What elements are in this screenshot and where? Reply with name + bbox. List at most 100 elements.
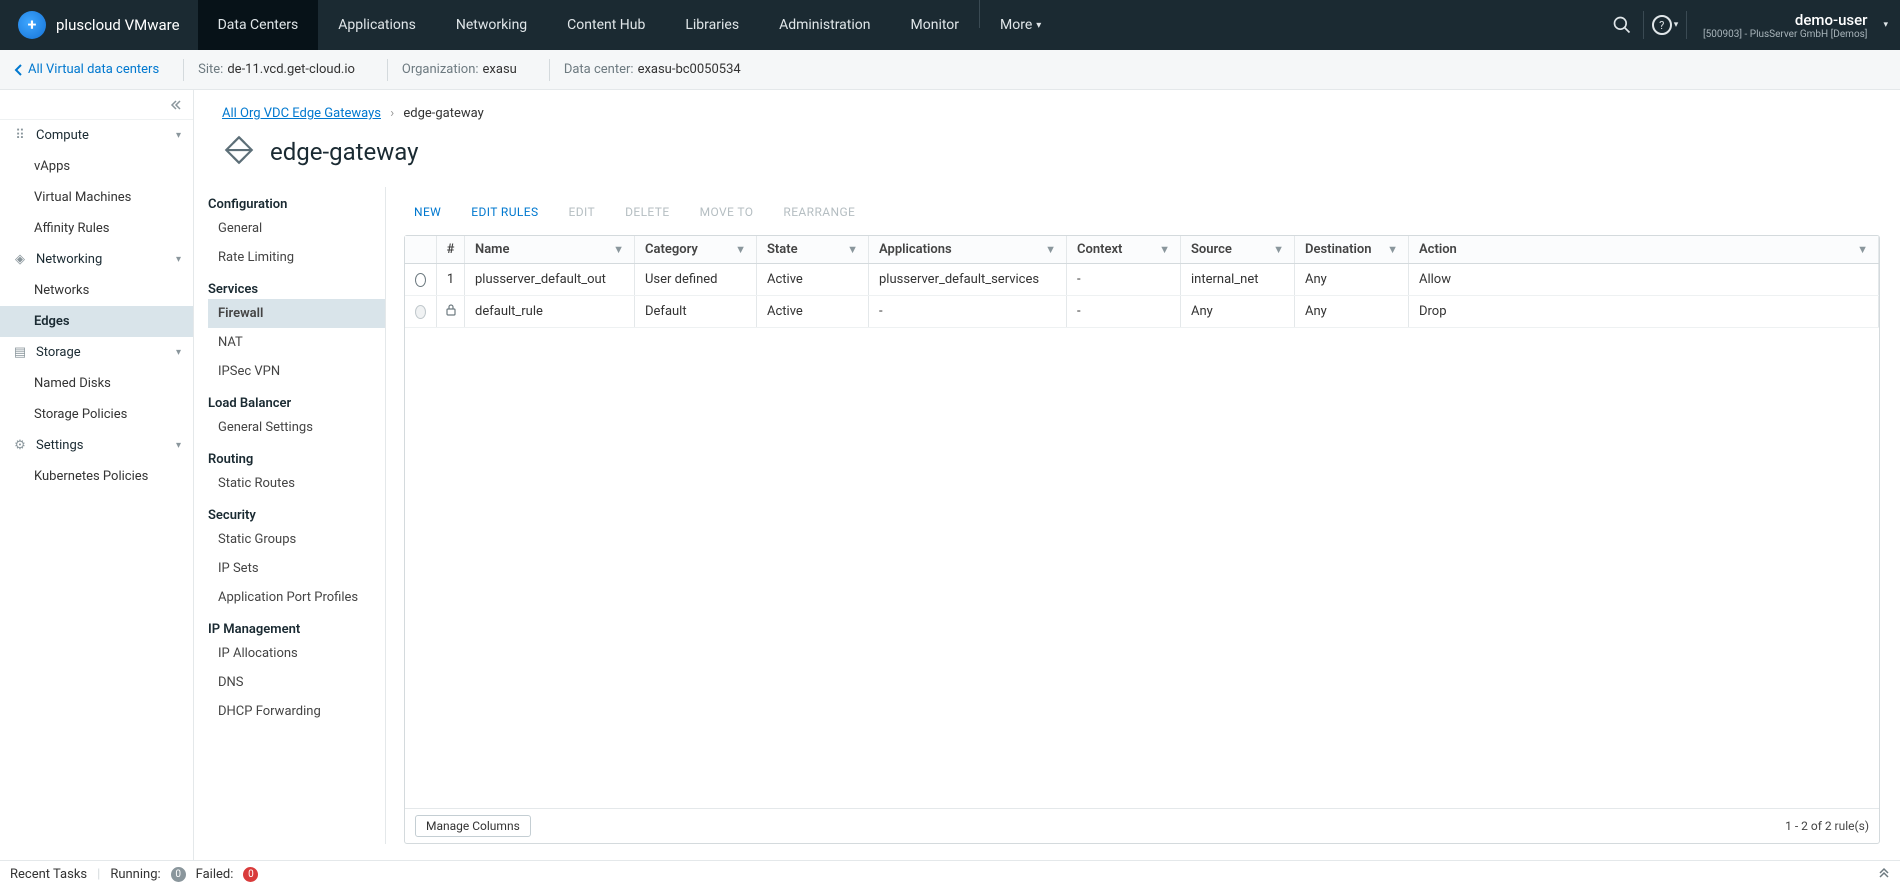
tab-monitor[interactable]: Monitor [891, 0, 980, 50]
new-button[interactable]: New [404, 199, 451, 225]
help-button[interactable]: ? ▾ [1644, 0, 1686, 50]
col-state[interactable]: State▼ [757, 236, 869, 263]
nav-item-virtual-machines[interactable]: Virtual Machines [0, 182, 193, 213]
row-lock-icon-cell [437, 296, 465, 327]
cell-action: Allow [1409, 264, 1879, 295]
filter-icon[interactable]: ▼ [1387, 243, 1398, 256]
cell-action: Drop [1409, 296, 1879, 327]
inner-item-firewall[interactable]: Firewall [208, 299, 385, 328]
dc-label: Data center: [564, 62, 634, 77]
filter-icon[interactable]: ▼ [613, 243, 624, 256]
filter-icon[interactable]: ▼ [1273, 243, 1284, 256]
tab-more[interactable]: More▾ [980, 0, 1061, 50]
filter-icon[interactable]: ▼ [735, 243, 746, 256]
breadcrumb-root[interactable]: All Org VDC Edge Gateways [222, 106, 381, 121]
dc-value: exasu-bc0050534 [638, 62, 741, 77]
nav-group-icon: ⠿ [12, 128, 28, 143]
filter-icon[interactable]: ▼ [1045, 243, 1056, 256]
tab-content-hub[interactable]: Content Hub [547, 0, 665, 50]
table-row[interactable]: default_ruleDefaultActive--AnyAnyDrop [405, 296, 1879, 328]
inner-item-general-settings[interactable]: General Settings [208, 413, 385, 442]
edge-gateway-icon [222, 133, 256, 171]
collapse-sidebar-button[interactable] [0, 90, 193, 120]
brand-logo[interactable]: pluscloud VMware [0, 11, 198, 39]
col-name[interactable]: Name▼ [465, 236, 635, 263]
col-destination[interactable]: Destination▼ [1295, 236, 1409, 263]
col-action[interactable]: Action▼ [1409, 236, 1879, 263]
col-apps[interactable]: Applications▼ [869, 236, 1067, 263]
site-label: Site: [198, 62, 223, 77]
user-menu[interactable]: demo-user [500903] - PlusServer GmbH [De… [1687, 11, 1883, 40]
nav-group-compute[interactable]: ⠿Compute▾ [0, 120, 193, 151]
org-value: exasu [483, 62, 517, 77]
inner-item-rate-limiting[interactable]: Rate Limiting [208, 243, 385, 272]
page-title: edge-gateway [270, 138, 418, 166]
nav-item-networks[interactable]: Networks [0, 275, 193, 306]
cell-category: Default [635, 296, 757, 327]
nav-item-affinity-rules[interactable]: Affinity Rules [0, 213, 193, 244]
chevron-down-icon: ▾ [176, 440, 181, 451]
inner-item-ip-allocations[interactable]: IP Allocations [208, 639, 385, 668]
table-row[interactable]: 1plusserver_default_outUser definedActiv… [405, 264, 1879, 296]
tab-applications[interactable]: Applications [318, 0, 436, 50]
row-count: 1 - 2 of 2 rule(s) [1785, 819, 1869, 833]
filter-icon[interactable]: ▼ [1857, 243, 1868, 256]
filter-icon[interactable]: ▼ [1159, 243, 1170, 256]
inner-item-nat[interactable]: NAT [208, 328, 385, 357]
inner-item-dns[interactable]: DNS [208, 668, 385, 697]
col-category[interactable]: Category▼ [635, 236, 757, 263]
running-label: Running: [110, 867, 160, 882]
inner-item-ipsec-vpn[interactable]: IPSec VPN [208, 357, 385, 386]
cell-destination: Any [1295, 296, 1409, 327]
inner-group-ip-management: IP Management [208, 612, 385, 639]
inner-group-routing: Routing [208, 442, 385, 469]
edit-rules-button[interactable]: Edit Rules [461, 199, 548, 225]
filter-icon[interactable]: ▼ [847, 243, 858, 256]
context-bar: All Virtual data centers Site: de-11.vcd… [0, 50, 1900, 90]
row-select[interactable] [405, 264, 437, 295]
back-link[interactable]: All Virtual data centers [14, 62, 159, 77]
user-org: [500903] - PlusServer GmbH [Demos] [1703, 29, 1867, 40]
chevron-down-icon: ▾ [176, 130, 181, 141]
rearrange-button: Rearrange [773, 199, 865, 225]
nav-item-edges[interactable]: Edges [0, 306, 193, 337]
col-source[interactable]: Source▼ [1181, 236, 1295, 263]
inner-group-configuration: Configuration [208, 187, 385, 214]
tab-administration[interactable]: Administration [759, 0, 890, 50]
col-number[interactable]: # [437, 236, 465, 263]
collapse-icon [169, 100, 181, 110]
nav-item-kubernetes-policies[interactable]: Kubernetes Policies [0, 461, 193, 492]
nav-group-networking[interactable]: ◈Networking▾ [0, 244, 193, 275]
inner-item-general[interactable]: General [208, 214, 385, 243]
rules-grid: # Name▼ Category▼ State▼ Applications▼ C… [404, 235, 1880, 844]
nav-item-storage-policies[interactable]: Storage Policies [0, 399, 193, 430]
nav-group-icon: ⚙ [12, 438, 28, 453]
cell-source: internal_net [1181, 264, 1295, 295]
nav-group-icon: ▤ [12, 345, 28, 360]
left-nav: ⠿Compute▾vAppsVirtual MachinesAffinity R… [0, 90, 194, 860]
tab-networking[interactable]: Networking [436, 0, 547, 50]
inner-item-ip-sets[interactable]: IP Sets [208, 554, 385, 583]
nav-item-vapps[interactable]: vApps [0, 151, 193, 182]
nav-group-storage[interactable]: ▤Storage▾ [0, 337, 193, 368]
inner-nav: ConfigurationGeneralRate LimitingService… [194, 187, 386, 844]
chevron-right-icon: › [390, 106, 394, 121]
chevron-down-icon: ▾ [1036, 20, 1041, 31]
inner-item-static-groups[interactable]: Static Groups [208, 525, 385, 554]
tab-data-centers[interactable]: Data Centers [198, 0, 319, 50]
manage-columns-button[interactable]: Manage Columns [415, 815, 531, 837]
nav-item-named-disks[interactable]: Named Disks [0, 368, 193, 399]
search-button[interactable] [1601, 0, 1643, 50]
inner-item-dhcp-forwarding[interactable]: DHCP Forwarding [208, 697, 385, 726]
cell-apps: plusserver_default_services [869, 264, 1067, 295]
inner-item-static-routes[interactable]: Static Routes [208, 469, 385, 498]
recent-tasks-label[interactable]: Recent Tasks [10, 867, 87, 882]
site-value: de-11.vcd.get-cloud.io [227, 62, 355, 77]
col-context[interactable]: Context▼ [1067, 236, 1181, 263]
chevron-down-icon: ▾ [1883, 20, 1888, 30]
cell-context: - [1067, 264, 1181, 295]
nav-group-settings[interactable]: ⚙Settings▾ [0, 430, 193, 461]
tab-libraries[interactable]: Libraries [665, 0, 759, 50]
expand-tasks-button[interactable] [1878, 867, 1890, 883]
inner-item-application-port-profiles[interactable]: Application Port Profiles [208, 583, 385, 612]
